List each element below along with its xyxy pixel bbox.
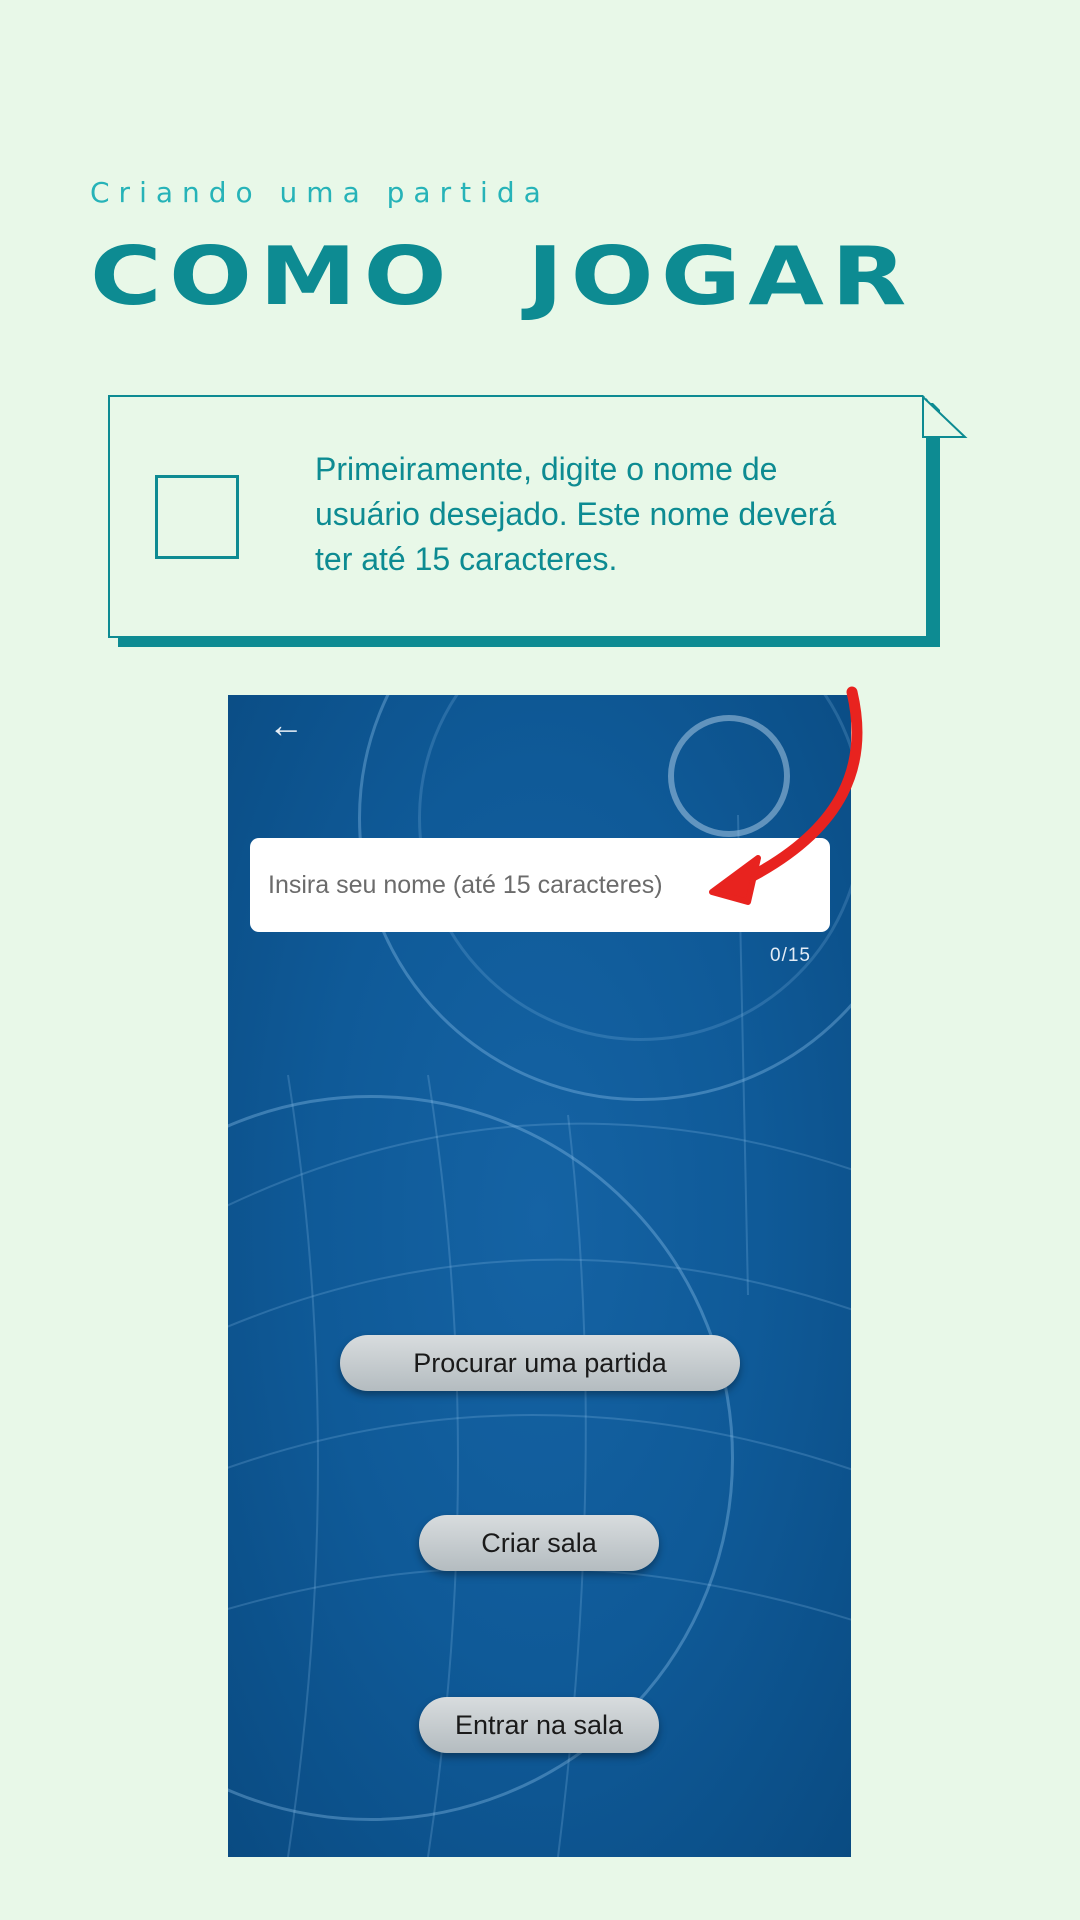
red-curved-arrow-icon	[709, 686, 863, 905]
